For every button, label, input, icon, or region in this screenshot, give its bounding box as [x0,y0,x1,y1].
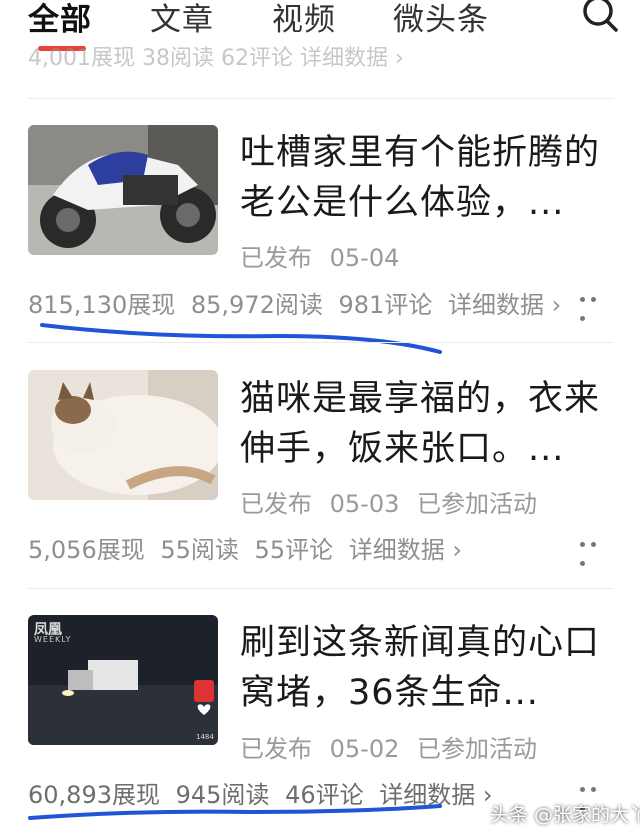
motorcycle-thumbnail[interactable] [28,125,218,255]
article-title[interactable]: 刷到这条新闻真的心口窝堵，36条生命... [240,618,610,718]
divider [28,588,614,589]
hand-drawn-underline [40,323,442,354]
publish-date: 05-03 [329,490,400,518]
watermark: 头条 @张家的大丫 [490,804,640,826]
activity-badge: 已参加活动 [417,490,538,518]
night-road-thumbnail[interactable]: 凤凰 WEEKLY 1484 [28,615,218,745]
more-dots-icon[interactable] [580,542,612,566]
search-button[interactable] [578,0,622,36]
impressions-count: 5,056展现 [28,536,145,564]
cat-thumbnail[interactable] [28,370,218,500]
tab-micro-posts[interactable]: 微头条 [393,0,489,39]
thumbnail-brand-sub: WEEKLY [34,635,72,644]
publish-date: 05-02 [329,735,400,763]
article-meta: 已发布 05-03 已参加活动 [240,484,547,519]
article-stats: 5,056展现 55阅读 55评论 详细数据 › [28,530,470,565]
thumbnail-like-count: 1484 [196,733,214,741]
article-title[interactable]: 猫咪是最享福的，衣来伸手，饭来张口。... [240,374,610,474]
previous-article-stats: 4,001展现 38阅读 62评论 详细数据 › [28,46,404,71]
details-link[interactable]: 详细数据 › [349,536,462,564]
article-meta: 已发布 05-04 [240,238,409,273]
reads-count: 55阅读 [160,536,239,564]
publish-status: 已发布 [240,735,312,763]
tab-videos[interactable]: 视频 [272,0,336,39]
search-icon [583,0,618,32]
divider [28,98,614,99]
tab-all[interactable]: 全部 [28,0,92,39]
publish-status: 已发布 [240,244,312,272]
comments-count: 55评论 [254,536,334,564]
activity-badge: 已参加活动 [417,735,538,763]
article-title[interactable]: 吐槽家里有个能折腾的老公是什么体验，... [240,128,610,228]
article-meta: 已发布 05-02 已参加活动 [240,729,547,764]
tab-articles[interactable]: 文章 [150,0,214,39]
publish-date: 05-04 [329,244,400,272]
divider [28,342,614,343]
publish-status: 已发布 [240,490,312,518]
